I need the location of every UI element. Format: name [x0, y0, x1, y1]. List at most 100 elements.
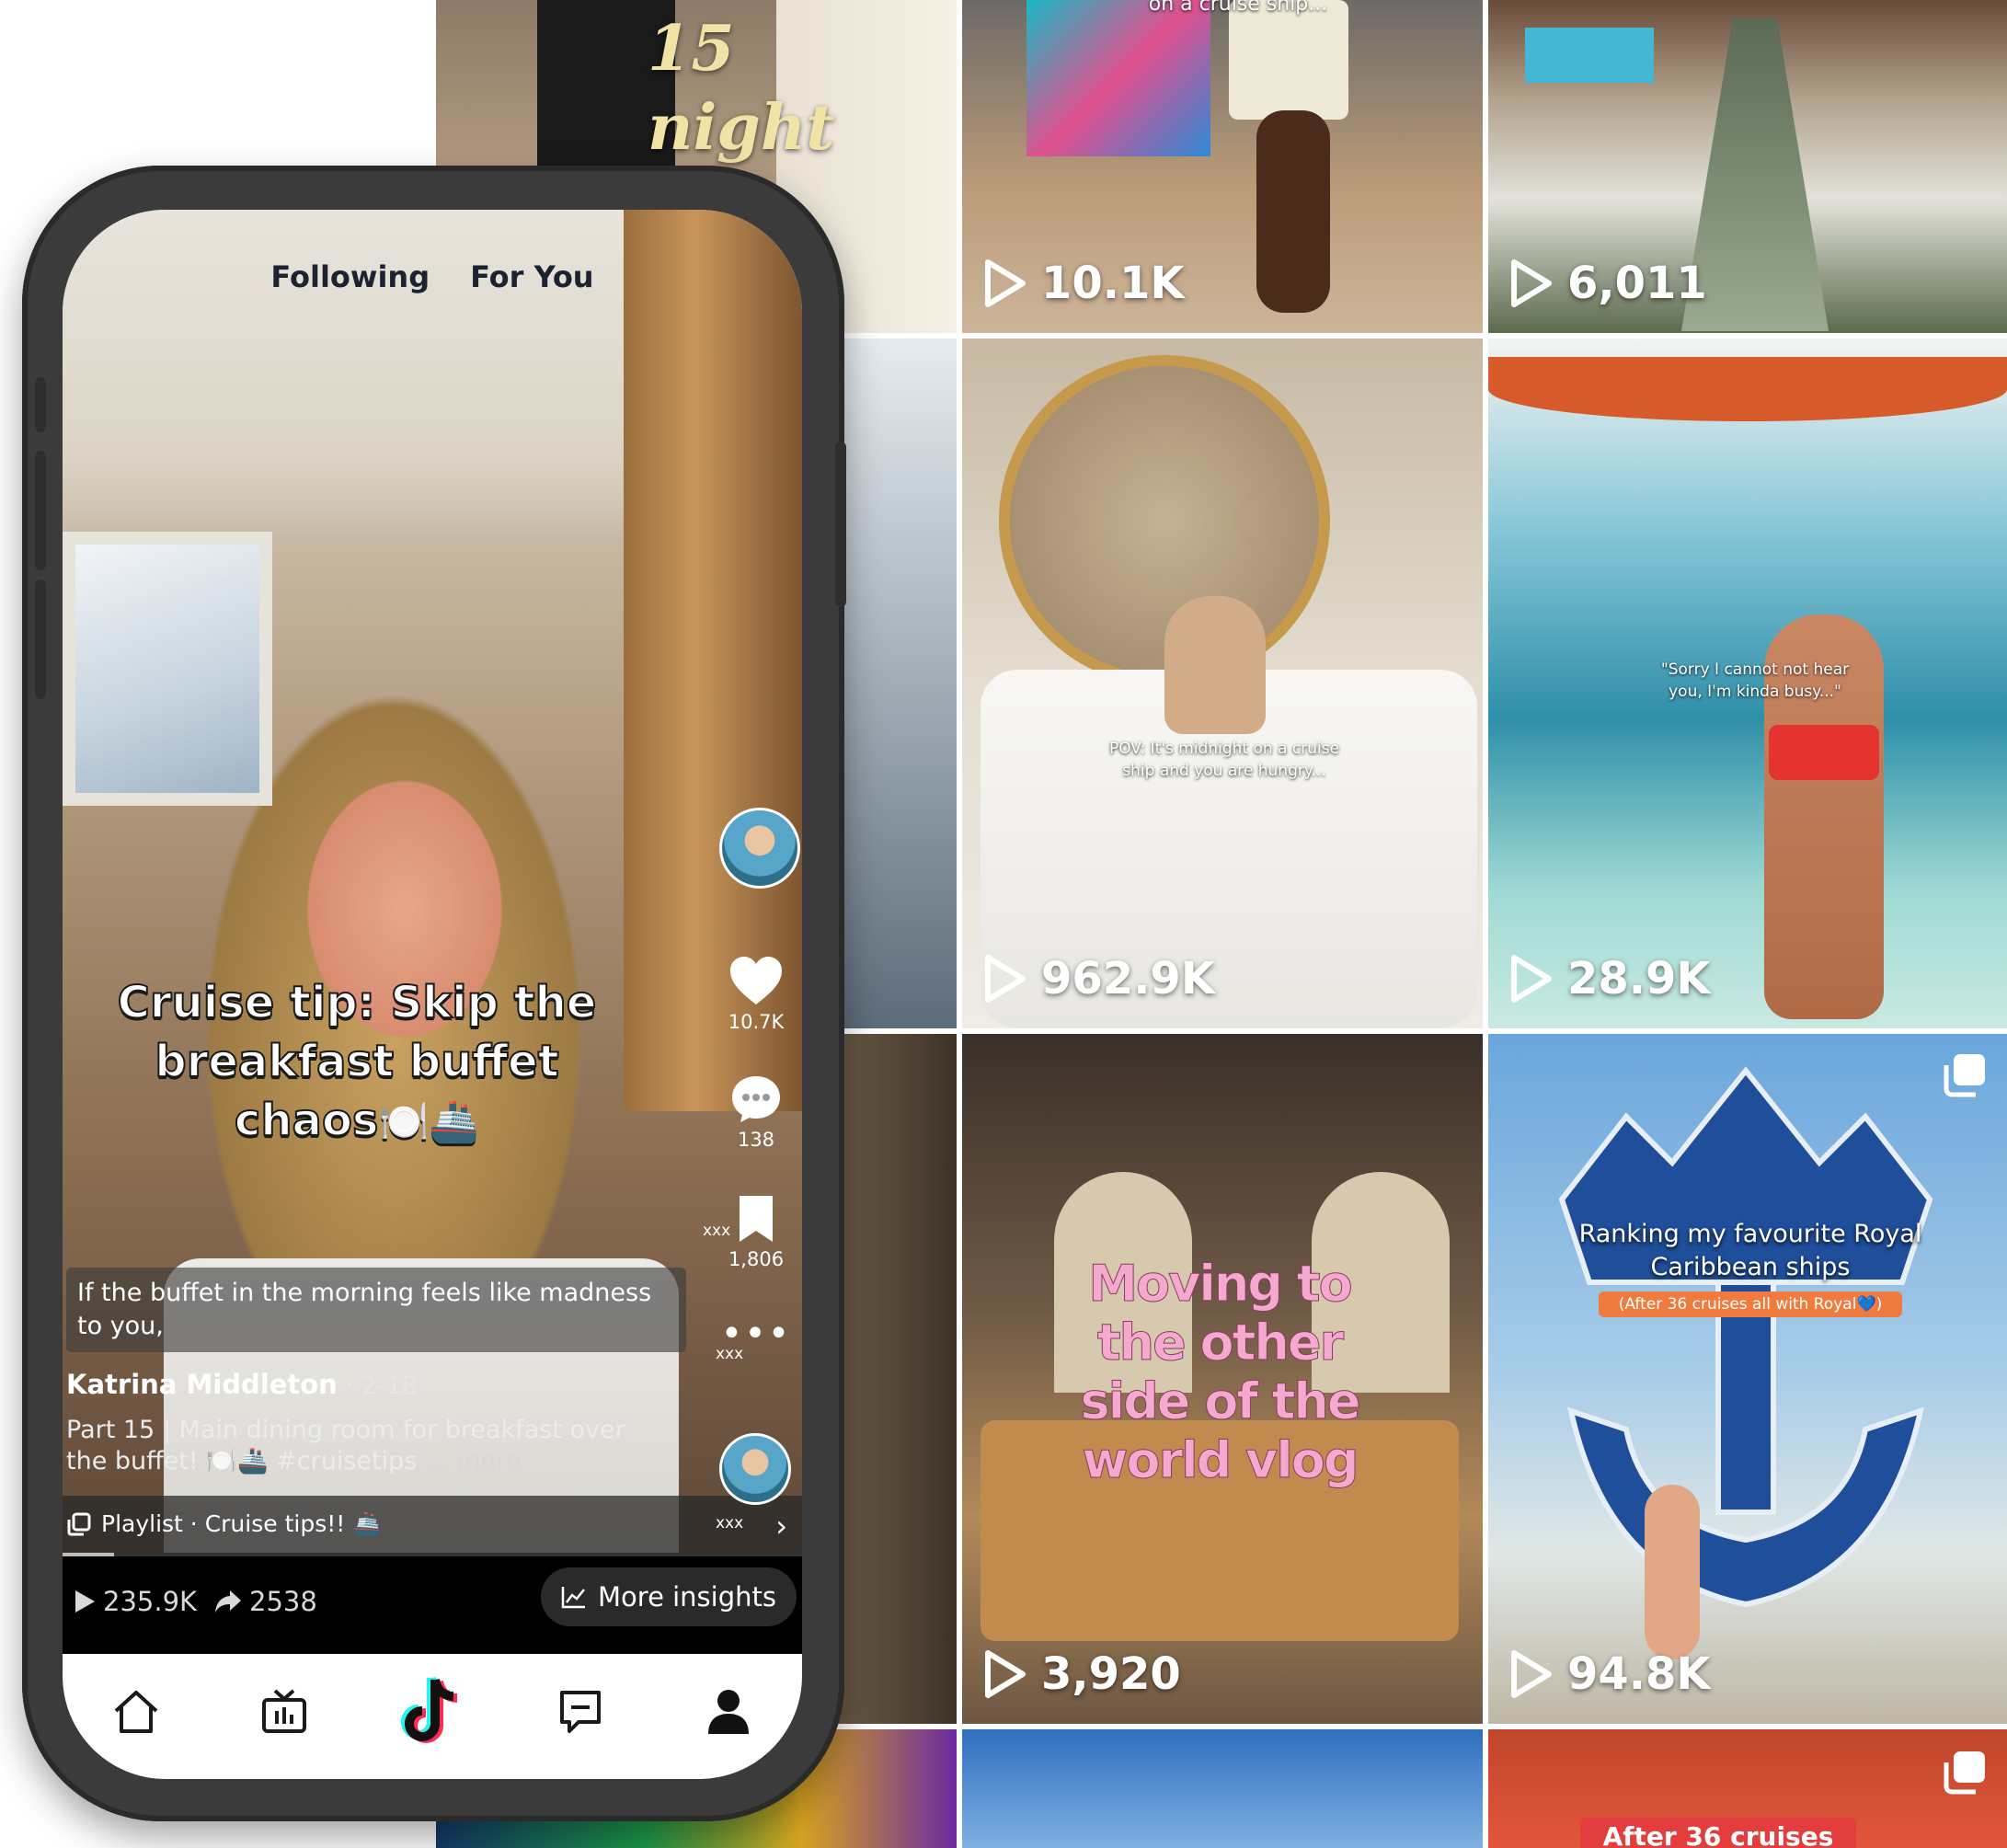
playlist-label: Playlist · Cruise tips!! 🚢 [101, 1510, 382, 1537]
phone-screen: Following For You Cruise tip: Skip the b… [63, 210, 802, 1779]
view-count: 10.1K [982, 258, 1185, 309]
more-insights-label: More insights [598, 1581, 776, 1613]
caption-emoji: 🍽️🚢 [377, 1097, 480, 1146]
save-button[interactable]: xxx 1,806 [703, 1194, 802, 1270]
royal-caribbean-crown-anchor-logo [1558, 1066, 1933, 1608]
view-count-text: 962.9K [1041, 953, 1216, 1004]
description-text: Part 15 | Main dining room for breakfast… [66, 1416, 625, 1475]
video-tile[interactable]: Moving to the other side of the world vl… [962, 1034, 1483, 1724]
video-tile[interactable]: "Sorry I cannot not hear you, I'm kinda … [1488, 339, 2007, 1028]
nav-inbox-button[interactable] [539, 1670, 622, 1753]
view-count: 962.9K [982, 953, 1215, 1004]
inbox-icon [559, 1691, 601, 1733]
subtitle-caption: If the buffet in the morning feels like … [66, 1268, 686, 1352]
orange-railing [1488, 357, 2007, 421]
video-tile[interactable] [962, 1729, 1483, 1848]
tiktok-logo-icon [401, 1676, 458, 1743]
view-count-text: 94.8K [1567, 1648, 1711, 1700]
tile-overlay-text: Moving to the other side of the world vl… [1080, 1255, 1361, 1490]
sound-placeholder: xxx [716, 1514, 744, 1532]
play-icon [1511, 259, 1552, 307]
shorts [1229, 0, 1348, 120]
view-count: 6,011 [1508, 258, 1707, 309]
play-icon [75, 1590, 95, 1613]
phone-volume-up [35, 451, 46, 570]
sound-avatar[interactable] [719, 1433, 791, 1505]
video-progress[interactable] [63, 1553, 802, 1556]
tile-overlay-text: "Sorry I cannot not hear you, I'm kinda … [1660, 660, 1850, 701]
person [1645, 1485, 1700, 1659]
comment-button[interactable]: 138 [710, 1074, 802, 1151]
tab-following[interactable]: Following [270, 259, 430, 294]
like-count: 10.7K [728, 1011, 785, 1033]
ellipsis-icon: ••• [720, 1313, 792, 1355]
play-icon [1511, 955, 1552, 1003]
play-icon [985, 1650, 1026, 1698]
multi-photo-icon [1944, 1054, 1985, 1097]
creator-avatar[interactable] [719, 808, 800, 889]
caption-line-2-text: breakfast buffet chaos [154, 1035, 559, 1147]
video-tile[interactable]: POV: It's midnight on a cruise ship and … [962, 339, 1483, 1028]
more-link[interactable]: ... more [417, 1447, 521, 1475]
tile-overlay-text: After 36 cruises [1580, 1818, 1856, 1848]
share-count: 2538 [214, 1586, 317, 1617]
colorful-panel [1026, 0, 1210, 156]
phone-volume-down [35, 580, 46, 699]
caption-line-2: breakfast buffet chaos🍽️🚢 [99, 1032, 614, 1152]
video-description[interactable]: Part 15 | Main dining room for breakfast… [66, 1415, 637, 1477]
video-tile[interactable]: 6,011 [1488, 0, 2007, 333]
play-icon [985, 259, 1026, 307]
video-caption: Cruise tip: Skip the breakfast buffet ch… [99, 973, 614, 1152]
heart-icon [730, 957, 782, 1004]
playlist-bar[interactable]: Playlist · Cruise tips!! 🚢 › [63, 1496, 802, 1553]
progress-fill [63, 1553, 115, 1556]
view-count-text: 3,920 [1041, 1648, 1181, 1700]
tab-for-you[interactable]: For You [470, 259, 593, 294]
save-count: 1,806 [728, 1248, 785, 1270]
caption-line-1: Cruise tip: Skip the [117, 976, 598, 1029]
video-tile[interactable]: After 36 cruises [1488, 1729, 2007, 1848]
more-insights-button[interactable]: More insights [541, 1567, 797, 1626]
comment-count: 138 [737, 1129, 775, 1151]
view-count-text: 10.1K [1041, 258, 1185, 309]
phone-side-button [35, 377, 46, 432]
share-icon [215, 1590, 241, 1613]
chart-line-icon [561, 1587, 586, 1609]
video-tile[interactable]: Ranking my favourite Royal Caribbean shi… [1488, 1034, 2007, 1724]
post-date: · 2-18 [337, 1372, 418, 1400]
author-line[interactable]: Katrina Middleton · 2-18 [66, 1369, 418, 1400]
play-icon [1511, 1650, 1552, 1698]
share-count-text: 2538 [249, 1586, 317, 1617]
play-count: 235.9K [74, 1586, 197, 1617]
profile-icon [707, 1690, 749, 1734]
home-icon [115, 1691, 158, 1733]
view-count: 94.8K [1508, 1648, 1711, 1700]
nav-create-button[interactable] [391, 1670, 474, 1753]
view-count: 28.9K [1508, 953, 1711, 1004]
video-tile[interactable]: on a cruise ship... 10.1K [962, 0, 1483, 333]
tile-badge: (After 36 cruises all with Royal💙) [1599, 1291, 1902, 1317]
nav-home-button[interactable] [95, 1670, 178, 1753]
legs [1256, 110, 1330, 313]
windows [841, 339, 957, 1028]
bookmark-icon [740, 1196, 773, 1242]
like-button[interactable]: 10.7K [710, 955, 802, 1033]
view-count: 3,920 [982, 1648, 1181, 1700]
multi-photo-icon [1944, 1751, 1985, 1795]
tile-overlay-text: Ranking my favourite Royal Caribbean shi… [1578, 1220, 1922, 1281]
playlist-icon [67, 1512, 91, 1536]
view-count-text: 6,011 [1567, 258, 1707, 309]
play-icon [985, 955, 1026, 1003]
tv-icon [262, 1689, 307, 1733]
nav-tv-button[interactable] [243, 1670, 326, 1753]
phone-power-button [835, 442, 846, 607]
feed-tabs: Following For You [63, 259, 802, 294]
comment-icon [732, 1076, 780, 1122]
save-placeholder: xxx [703, 1222, 731, 1240]
view-count-text: 28.9K [1567, 953, 1711, 1004]
author-name[interactable]: Katrina Middleton [66, 1369, 338, 1400]
more-options-button[interactable]: ••• xxx [710, 1313, 802, 1363]
nav-profile-button[interactable] [687, 1670, 770, 1753]
red-swimsuit [1769, 725, 1879, 780]
person [1164, 596, 1266, 734]
